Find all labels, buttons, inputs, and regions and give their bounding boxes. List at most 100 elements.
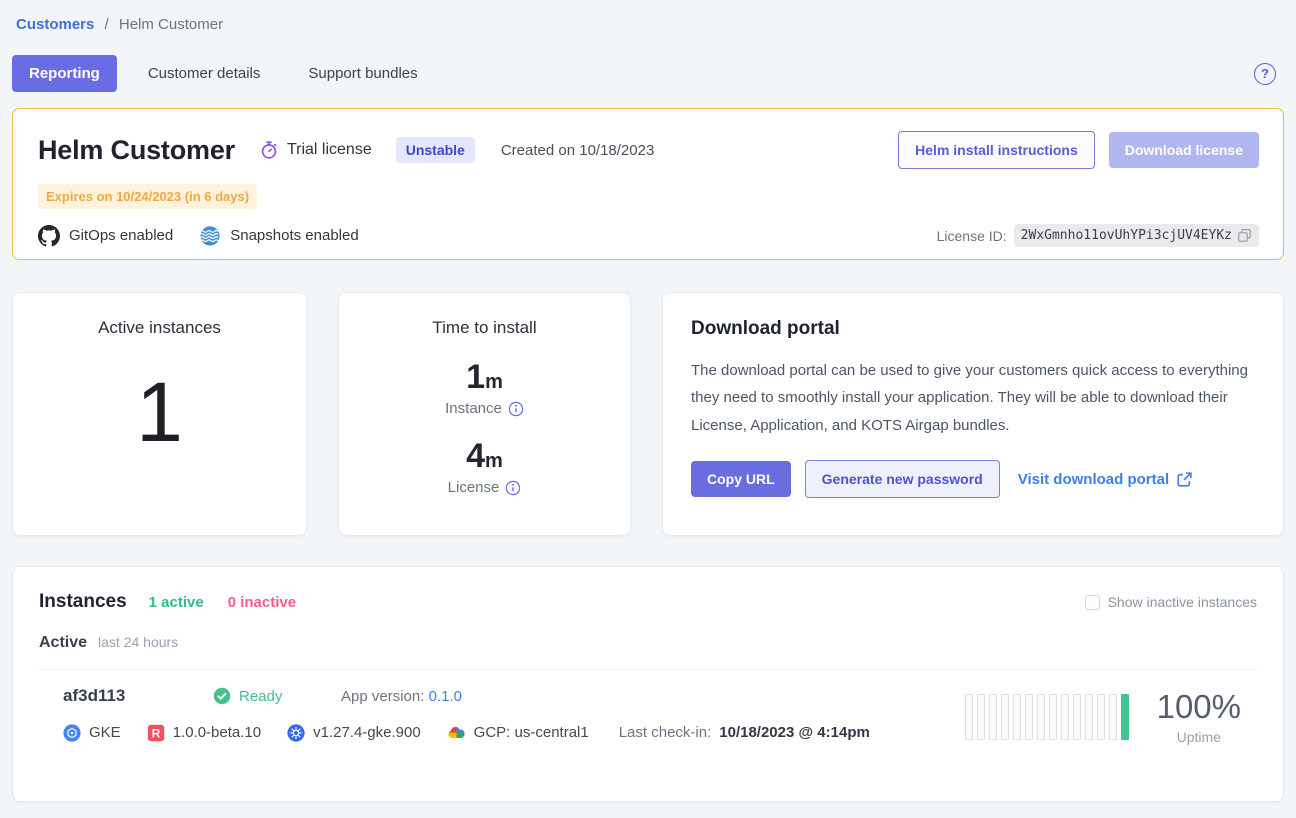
github-icon <box>38 225 60 247</box>
gitops-enabled: GitOps enabled <box>38 225 173 247</box>
license-type: Trial license <box>259 140 372 160</box>
active-instances-value: 1 <box>136 370 183 454</box>
page: Customers / Helm Customer Reporting Cust… <box>0 0 1296 814</box>
uptime-bars <box>965 686 1129 748</box>
visit-download-portal-label: Visit download portal <box>1018 471 1169 488</box>
license-type-label: Trial license <box>287 141 372 159</box>
uptime-bar <box>1085 694 1093 740</box>
tti-instance-unit: m <box>485 371 503 393</box>
tti-instance-label: Instance <box>445 400 502 417</box>
uptime-bar <box>1001 694 1009 740</box>
inactive-count: 0 inactive <box>228 594 296 611</box>
created-date: Created on 10/18/2023 <box>501 142 654 159</box>
copy-icon[interactable] <box>1237 228 1252 243</box>
license-id-value: 2WxGmnho11ovUhYPi3cjUV4EYKz <box>1021 228 1232 243</box>
replicated-icon: R <box>147 724 165 742</box>
time-to-install-title: Time to install <box>432 318 536 338</box>
info-icon[interactable] <box>505 480 521 496</box>
tti-instance: 1m Instance <box>445 360 524 417</box>
time-to-install-card: Time to install 1m Instance 4m License <box>338 292 631 536</box>
active-section-range: last 24 hours <box>98 634 178 650</box>
distribution-label: GKE <box>89 724 121 741</box>
breadcrumb-current: Helm Customer <box>119 16 223 33</box>
cloud-region: GCP: us-central1 <box>447 723 589 742</box>
app-version-label: App version: <box>341 688 424 705</box>
kots-version: R 1.0.0-beta.10 <box>147 724 261 742</box>
instance-row[interactable]: af3d113 Ready App version: 0.1.0 <box>39 669 1257 748</box>
help-icon[interactable]: ? <box>1254 63 1276 85</box>
distribution: GKE <box>63 724 121 742</box>
copy-url-button[interactable]: Copy URL <box>691 461 791 497</box>
active-section-label: Active <box>39 634 87 652</box>
last-checkin-label: Last check-in: <box>619 724 712 741</box>
instance-status-label: Ready <box>239 688 282 705</box>
cloud-region-label: GCP: us-central1 <box>474 724 589 741</box>
uptime-bar <box>1037 694 1045 740</box>
gke-icon <box>63 724 81 742</box>
active-instances-title: Active instances <box>98 318 221 338</box>
show-inactive-checkbox[interactable] <box>1085 595 1100 610</box>
uptime-bar <box>1097 694 1105 740</box>
tab-bar: Reporting Customer details Support bundl… <box>12 55 1284 92</box>
external-link-icon <box>1176 471 1193 488</box>
instance-id: af3d113 <box>63 686 213 706</box>
svg-text:R: R <box>151 726 160 740</box>
instance-status: Ready <box>213 687 341 705</box>
k8s-version-label: v1.27.4-gke.900 <box>313 724 421 741</box>
download-portal-description: The download portal can be used to give … <box>691 357 1255 439</box>
tab-reporting[interactable]: Reporting <box>12 55 117 92</box>
uptime-bar <box>989 694 997 740</box>
license-id-label: License ID: <box>937 228 1007 244</box>
timer-icon <box>259 140 279 160</box>
last-checkin: Last check-in: 10/18/2023 @ 4:14pm <box>619 724 870 741</box>
download-license-button[interactable]: Download license <box>1109 132 1259 168</box>
uptime-bar <box>1121 694 1129 740</box>
uptime-value: 100% <box>1157 689 1241 725</box>
uptime-bar <box>965 694 973 740</box>
channel-badge: Unstable <box>396 137 475 163</box>
show-inactive-toggle[interactable]: Show inactive instances <box>1085 594 1257 610</box>
uptime-bar <box>1013 694 1021 740</box>
active-count: 1 active <box>149 594 204 611</box>
active-instances-card: Active instances 1 <box>12 292 307 536</box>
breadcrumb-customers-link[interactable]: Customers <box>16 16 94 33</box>
gcp-icon <box>447 723 466 742</box>
tti-license-unit: m <box>485 450 503 472</box>
snapshots-enabled-label: Snapshots enabled <box>230 227 358 244</box>
generate-new-password-button[interactable]: Generate new password <box>805 460 1000 498</box>
uptime-bar <box>1025 694 1033 740</box>
kubernetes-icon <box>287 724 305 742</box>
customer-summary-card: Helm Customer Trial license Unstable Cre… <box>12 108 1284 260</box>
uptime-bar <box>1049 694 1057 740</box>
tab-customer-details[interactable]: Customer details <box>131 55 278 92</box>
info-icon[interactable] <box>508 401 524 417</box>
uptime-bar <box>1073 694 1081 740</box>
license-id-chip: 2WxGmnho11ovUhYPi3cjUV4EYKz <box>1014 224 1259 247</box>
tti-instance-value: 1 <box>466 358 485 396</box>
uptime-bar <box>1109 694 1117 740</box>
customer-name: Helm Customer <box>38 135 235 166</box>
license-id-row: License ID: 2WxGmnho11ovUhYPi3cjUV4EYKz <box>937 224 1259 247</box>
helm-install-instructions-button[interactable]: Helm install instructions <box>898 131 1095 169</box>
check-circle-icon <box>213 687 231 705</box>
instances-title: Instances <box>39 591 127 613</box>
tti-license: 4m License <box>448 439 522 496</box>
uptime-bar <box>1061 694 1069 740</box>
show-inactive-label: Show inactive instances <box>1108 594 1257 610</box>
gitops-enabled-label: GitOps enabled <box>69 227 173 244</box>
app-version-link[interactable]: 0.1.0 <box>429 688 462 705</box>
tab-support-bundles[interactable]: Support bundles <box>291 55 434 92</box>
uptime-label: Uptime <box>1157 729 1241 745</box>
tti-license-value: 4 <box>466 437 485 475</box>
expires-badge: Expires on 10/24/2023 (in 6 days) <box>38 184 257 209</box>
app-version: App version: 0.1.0 <box>341 688 462 705</box>
visit-download-portal-link[interactable]: Visit download portal <box>1018 471 1193 488</box>
last-checkin-value: 10/18/2023 @ 4:14pm <box>719 724 870 741</box>
breadcrumb: Customers / Helm Customer <box>12 14 1284 33</box>
uptime-bar <box>977 694 985 740</box>
tti-license-label: License <box>448 479 500 496</box>
instances-card: Instances 1 active 0 inactive Show inact… <box>12 566 1284 802</box>
snapshots-enabled: Snapshots enabled <box>199 225 358 247</box>
download-portal-title: Download portal <box>691 318 1255 340</box>
kots-version-label: 1.0.0-beta.10 <box>173 724 261 741</box>
